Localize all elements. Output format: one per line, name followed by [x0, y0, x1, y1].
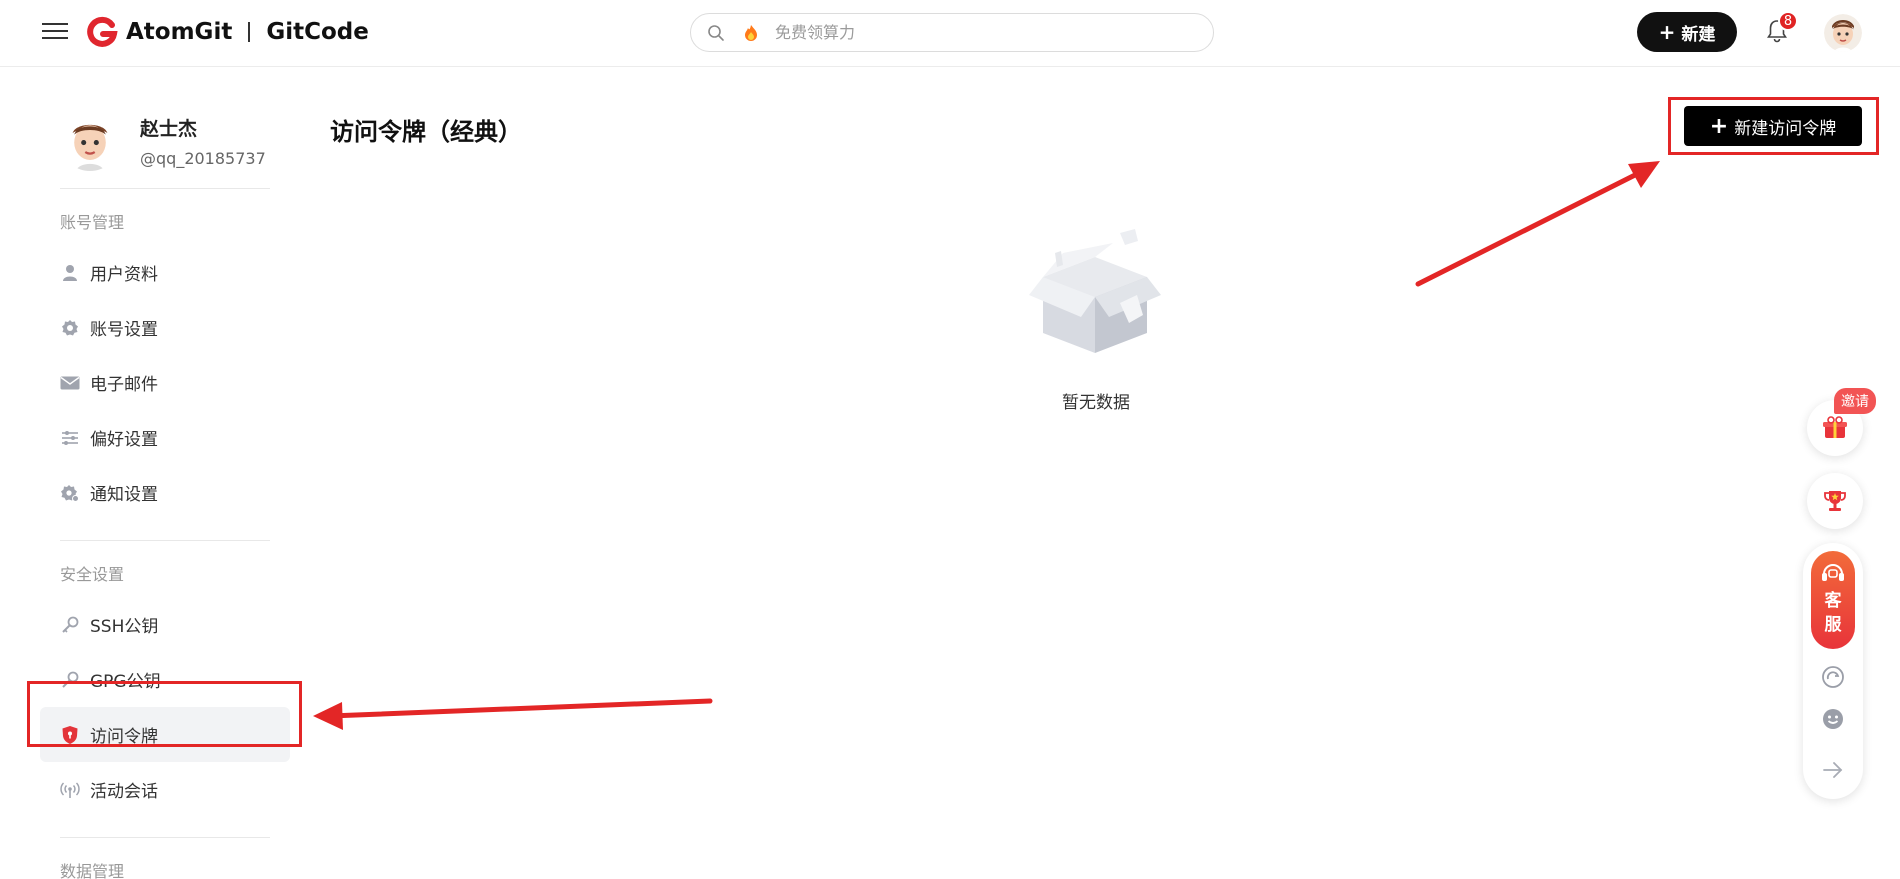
settings-sidebar: 赵士杰 @qq_20185737 账号管理 用户资料 账号设置 电子邮件 偏好设…	[40, 100, 290, 879]
arrowhead-icon	[313, 702, 343, 730]
section-title-data: 数据管理	[60, 862, 125, 879]
menu-icon[interactable]	[42, 18, 68, 44]
divider	[60, 188, 270, 189]
sidebar-item-label: 活动会话	[90, 782, 158, 802]
create-access-token-label: 新建访问令牌	[1734, 118, 1837, 139]
sidebar-item-email[interactable]: 电子邮件	[60, 355, 270, 410]
arrow-to-access-tokens	[327, 698, 713, 719]
sidebar-item-label: SSH公钥	[90, 617, 159, 637]
avatar[interactable]	[1824, 14, 1862, 52]
new-button[interactable]: + 新建	[1637, 12, 1737, 52]
customer-service-label: 客服	[1824, 591, 1842, 635]
search-bar[interactable]	[690, 13, 1214, 52]
customer-service-button[interactable]: 客服	[1811, 551, 1855, 649]
profile-card: 赵士杰 @qq_20185737	[60, 100, 270, 182]
wrench-key-icon	[60, 670, 80, 690]
sidebar-item-active-sessions[interactable]: 活动会话	[60, 762, 270, 817]
headset-icon	[1822, 564, 1844, 581]
sidebar-item-label: 偏好设置	[90, 430, 158, 450]
section-title-account: 账号管理	[60, 213, 125, 232]
broadcast-icon	[60, 780, 80, 800]
gift-icon	[1823, 416, 1847, 438]
logo-text-gitcode: GitCode	[266, 19, 369, 45]
sidebar-item-access-tokens[interactable]: 访问令牌	[40, 707, 290, 762]
logo-text-atomgit: AtomGit	[126, 19, 233, 45]
empty-box-icon	[1029, 229, 1161, 353]
sidebar-item-profile[interactable]: 用户资料	[60, 245, 270, 300]
profile-handle: @qq_20185737	[140, 149, 266, 168]
smile-icon[interactable]	[1821, 707, 1845, 731]
plus-icon: +	[1709, 113, 1729, 139]
search-input[interactable]	[775, 23, 1175, 42]
new-button-label: 新建	[1681, 24, 1716, 45]
sidebar-item-gpg-keys[interactable]: GPG公钥	[60, 652, 270, 707]
plus-icon: +	[1658, 20, 1676, 44]
divider	[60, 837, 270, 838]
sidebar-item-label: 通知设置	[90, 485, 158, 505]
fire-icon	[745, 24, 757, 41]
achievements-button[interactable]	[1807, 473, 1863, 529]
ai-assistant-icon[interactable]	[1821, 665, 1845, 689]
user-icon	[60, 263, 80, 283]
key-icon	[60, 615, 80, 635]
search-icon	[708, 24, 724, 41]
sidebar-item-label: GPG公钥	[90, 672, 161, 692]
sidebar-item-preferences[interactable]: 偏好设置	[60, 410, 270, 465]
gear-icon	[60, 318, 80, 338]
avatar[interactable]	[60, 111, 120, 171]
sidebar-item-account-settings[interactable]: 账号设置	[60, 300, 270, 355]
section-title-security: 安全设置	[60, 565, 125, 584]
logo-separator	[248, 22, 251, 42]
arrow-right-icon[interactable]	[1821, 758, 1845, 782]
shield-icon	[60, 725, 80, 745]
empty-state-text: 暂无数据	[1062, 393, 1130, 413]
mail-icon	[60, 373, 80, 393]
sidebar-item-label: 访问令牌	[90, 727, 158, 747]
sidebar-item-label: 电子邮件	[90, 375, 158, 395]
arrowhead-icon	[1628, 161, 1660, 188]
atomgit-logo-icon	[87, 16, 118, 47]
create-access-token-button[interactable]: + 新建访问令牌	[1684, 106, 1862, 146]
trophy-icon	[1824, 491, 1846, 511]
notification-gear-icon	[60, 483, 80, 503]
top-bar: AtomGit GitCode + 新建 8	[0, 0, 1900, 67]
avatar-image-icon	[60, 111, 120, 171]
float-toolbar: 客服	[1803, 543, 1863, 799]
page-title: 访问令牌（经典）	[330, 118, 522, 146]
profile-name: 赵士杰	[140, 118, 198, 140]
sidebar-item-notifications[interactable]: 通知设置	[60, 465, 270, 520]
logo[interactable]: AtomGit GitCode	[86, 14, 369, 50]
invite-tag: 邀请	[1834, 388, 1876, 414]
sliders-icon	[60, 428, 80, 448]
avatar-image-icon	[1824, 14, 1862, 52]
sidebar-item-ssh-keys[interactable]: SSH公钥	[60, 597, 270, 652]
notification-badge: 8	[1778, 11, 1798, 31]
sidebar-item-label: 用户资料	[90, 265, 158, 285]
divider	[60, 540, 270, 541]
sidebar-item-label: 账号设置	[90, 320, 158, 340]
arrow-to-create-button	[1415, 167, 1648, 287]
